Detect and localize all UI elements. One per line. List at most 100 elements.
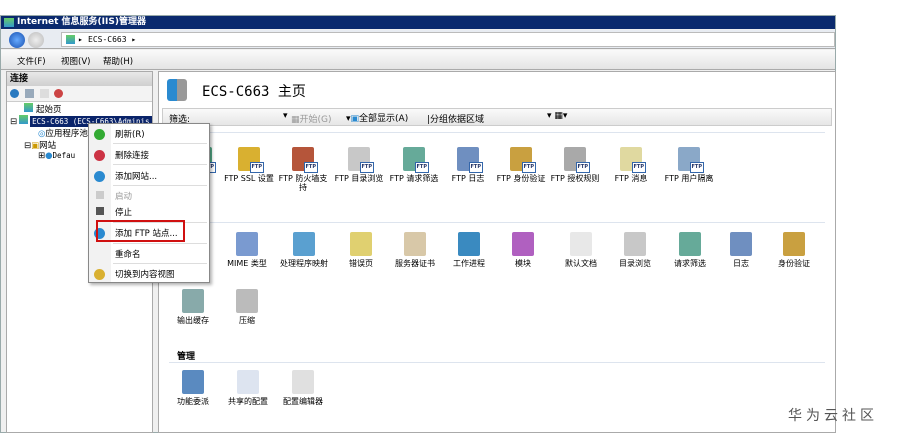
feature-icon: FTP	[620, 147, 646, 173]
feature-label: FTP 消息	[614, 174, 648, 183]
context-menu-item[interactable]: 切换到内容视图	[115, 268, 175, 280]
feature-iis_items-13[interactable]: 压缩	[220, 289, 274, 325]
feature-icon	[237, 370, 259, 394]
forward-button[interactable]	[28, 32, 44, 48]
connections-toolbar	[7, 86, 152, 102]
feature-iis_items-7[interactable]: 默认文档	[554, 232, 608, 268]
feature-ftp_items-6[interactable]: FTP FTP 身份验证	[494, 147, 548, 183]
connect-icon[interactable]	[10, 89, 19, 98]
iis-app-icon	[4, 18, 14, 27]
feature-label: 错误页	[349, 259, 373, 268]
menu-bar: 文件(F) 视图(V) 帮助(H)	[1, 50, 835, 70]
feature-ftp_items-5[interactable]: FTP FTP 日志	[441, 147, 495, 183]
feature-icon	[404, 232, 426, 256]
feature-icon	[624, 232, 646, 256]
collapse-icon[interactable]: ⊟	[10, 117, 17, 127]
feature-mgmt_items-0[interactable]: 功能委派	[166, 370, 220, 406]
feature-icon: FTP	[292, 147, 318, 173]
feature-label: FTP 用户隔离	[664, 174, 714, 183]
feature-label: 功能委派	[177, 397, 209, 406]
group-by-select[interactable]: 区域	[466, 112, 546, 125]
tree-label: 应用程序池	[45, 129, 88, 139]
go-button[interactable]: ▦开始(G)	[291, 112, 332, 125]
feature-iis_items-2[interactable]: 处理程序映射	[277, 232, 331, 268]
home-panel: ECS-C663 主页 筛选: ▾ ▦开始(G) ▾▣全部显示(A) |分组依据…	[158, 71, 836, 433]
disconnect-icon[interactable]	[54, 89, 63, 98]
feature-iis_items-9[interactable]: 请求筛选	[663, 232, 717, 268]
menu-separator	[113, 143, 207, 144]
menu-help[interactable]: 帮助(H)	[103, 55, 133, 67]
address-path[interactable]: ▸ ECS-C663 ▸	[61, 32, 835, 47]
feature-ftp_items-8[interactable]: FTP FTP 消息	[604, 147, 658, 183]
management-group-divider	[169, 362, 825, 363]
feature-ftp_items-7[interactable]: FTP FTP 授权规则	[548, 147, 602, 183]
feature-iis_items-1[interactable]: MIME 类型	[220, 232, 274, 268]
feature-label: 工作进程	[453, 259, 485, 268]
title-bar: Internet 信息服务(IIS)管理器	[1, 16, 835, 29]
group-header-management: 管理	[177, 352, 196, 362]
window-title: Internet 信息服务(IIS)管理器	[17, 17, 146, 27]
context-menu-item[interactable]: 启动	[115, 190, 132, 202]
page-title: ECS-C663 主页	[202, 84, 306, 100]
group-by-label: |分组依据:	[427, 115, 470, 125]
feature-iis_items-5[interactable]: 工作进程	[442, 232, 496, 268]
context-menu-item[interactable]: 添加网站...	[115, 170, 157, 182]
menu-separator	[113, 263, 207, 264]
view-toggle-button[interactable]: ▾ ▦▾	[547, 111, 567, 121]
feature-ftp_items-4[interactable]: FTP FTP 请求筛选	[387, 147, 441, 183]
feature-iis_items-3[interactable]: 错误页	[334, 232, 388, 268]
feature-label: 请求筛选	[674, 259, 706, 268]
menu-file[interactable]: 文件(F)	[17, 55, 46, 67]
start-icon	[96, 191, 104, 199]
feature-icon	[182, 370, 204, 394]
save-icon[interactable]	[25, 89, 34, 98]
feature-label: 输出缓存	[177, 316, 209, 325]
feature-icon	[679, 232, 701, 256]
feature-label: 日志	[733, 259, 749, 268]
feature-ftp_items-9[interactable]: FTP FTP 用户隔离	[662, 147, 716, 183]
tree-item-start-page[interactable]: 起始页	[24, 103, 62, 115]
address-bar: ▸ ECS-C663 ▸	[1, 30, 835, 49]
context-menu-item[interactable]: 删除连接	[115, 149, 149, 161]
address-segment-server[interactable]: ECS-C663	[88, 35, 127, 44]
context-menu-item[interactable]: 停止	[115, 206, 132, 218]
show-all-button[interactable]: ▾▣全部显示(A)	[346, 111, 408, 124]
feature-iis_items-12[interactable]: 输出缓存	[166, 289, 220, 325]
tree-item-sites[interactable]: ⊟▣网站	[24, 139, 56, 151]
feature-icon	[570, 232, 592, 256]
feature-ftp_items-1[interactable]: FTP FTP SSL 设置	[222, 147, 276, 183]
feature-iis_items-10[interactable]: 日志	[714, 232, 768, 268]
feature-iis_items-4[interactable]: 服务器证书	[388, 232, 442, 268]
feature-mgmt_items-2[interactable]: 配置编辑器	[276, 370, 330, 406]
up-icon[interactable]	[40, 89, 49, 98]
menu-view[interactable]: 视图(V)	[61, 55, 90, 67]
folder-icon: ▣	[31, 141, 40, 151]
context-menu-item[interactable]: 重命名	[115, 248, 141, 260]
watermark: 华为云社区	[788, 408, 878, 424]
context-menu-item[interactable]: 刷新(R)	[115, 128, 145, 140]
feature-icon: FTP	[564, 147, 590, 173]
feature-icon: FTP	[678, 147, 704, 173]
server-globe-icon	[167, 79, 187, 101]
feature-mgmt_items-1[interactable]: 共享的配置	[221, 370, 275, 406]
tree-item-default-site[interactable]: ⊞●Defau	[38, 151, 75, 161]
tree-item-app-pools[interactable]: ◎应用程序池	[38, 127, 88, 139]
show-all-icon: ▣	[350, 114, 360, 124]
ftp-badge-icon: FTP	[521, 162, 536, 173]
feature-ftp_items-2[interactable]: FTP FTP 防火墙支持	[276, 147, 330, 192]
feature-ftp_items-3[interactable]: FTP FTP 目录浏览	[332, 147, 386, 183]
add-website-icon	[94, 171, 105, 182]
go-label: 开始(G)	[299, 115, 332, 125]
feature-label: FTP 日志	[451, 174, 485, 183]
filter-input[interactable]	[203, 110, 281, 124]
feature-iis_items-6[interactable]: 模块	[496, 232, 550, 268]
ftp-badge-icon: FTP	[249, 162, 264, 173]
feature-icon	[236, 232, 258, 256]
back-button[interactable]	[9, 32, 25, 48]
feature-iis_items-8[interactable]: 目录浏览	[608, 232, 662, 268]
feature-icon: FTP	[238, 147, 264, 173]
dropdown-icon[interactable]: ▾	[283, 111, 288, 121]
feature-label: 默认文档	[565, 259, 597, 268]
tree-label: 网站	[39, 141, 57, 151]
feature-iis_items-11[interactable]: 身份验证	[767, 232, 821, 268]
